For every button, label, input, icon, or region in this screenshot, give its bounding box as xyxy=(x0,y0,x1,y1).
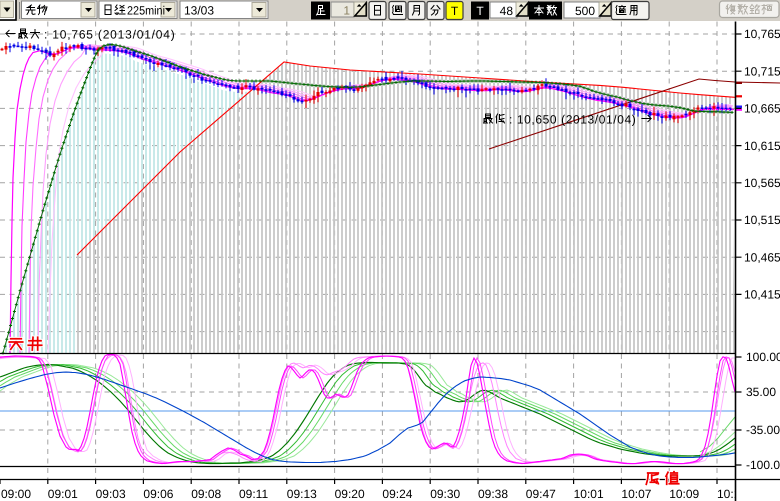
svg-text:09:08: 09:08 xyxy=(191,487,221,501)
svg-text:225mini: 225mini xyxy=(127,4,165,18)
svg-text:10:01: 10:01 xyxy=(574,487,604,501)
svg-text:1: 1 xyxy=(343,4,350,18)
svg-text:T: T xyxy=(451,4,459,18)
svg-text:09:24: 09:24 xyxy=(382,487,412,501)
svg-text:-100.00: -100.00 xyxy=(746,458,780,472)
svg-text:10:09: 10:09 xyxy=(669,487,699,501)
svg-text:10,415: 10,415 xyxy=(744,288,780,302)
svg-text:35.00: 35.00 xyxy=(746,385,776,399)
svg-text:100.00: 100.00 xyxy=(746,350,780,364)
svg-text:10,615: 10,615 xyxy=(744,139,780,153)
svg-text:09:03: 09:03 xyxy=(96,487,126,501)
svg-text:09:20: 09:20 xyxy=(335,487,365,501)
svg-text:09:30: 09:30 xyxy=(430,487,460,501)
svg-text:T: T xyxy=(476,4,484,18)
svg-text:09:06: 09:06 xyxy=(143,487,173,501)
svg-text:10,715: 10,715 xyxy=(744,64,780,78)
svg-text:48: 48 xyxy=(500,4,514,18)
svg-text:10,565: 10,565 xyxy=(744,176,780,190)
svg-text:: 10,650 (2013/01/04): : 10,650 (2013/01/04) xyxy=(509,113,636,127)
svg-text:10:07: 10:07 xyxy=(621,487,651,501)
svg-text:09:47: 09:47 xyxy=(526,487,556,501)
svg-text:-35.00: -35.00 xyxy=(746,423,780,437)
svg-text:500: 500 xyxy=(575,4,595,18)
svg-text:09:00: 09:00 xyxy=(1,487,31,501)
svg-text:10,765: 10,765 xyxy=(744,27,780,41)
svg-text:09:13: 09:13 xyxy=(287,487,317,501)
svg-text:09:38: 09:38 xyxy=(478,487,508,501)
svg-text:: 10,765 (2013/01/04): : 10,765 (2013/01/04) xyxy=(44,28,176,42)
svg-text:09:01: 09:01 xyxy=(48,487,78,501)
svg-text:10,465: 10,465 xyxy=(744,250,780,264)
svg-text:13/03: 13/03 xyxy=(184,4,214,18)
svg-text:10,665: 10,665 xyxy=(744,102,780,116)
svg-text:10,515: 10,515 xyxy=(744,213,780,227)
svg-text:09:11: 09:11 xyxy=(239,487,268,501)
